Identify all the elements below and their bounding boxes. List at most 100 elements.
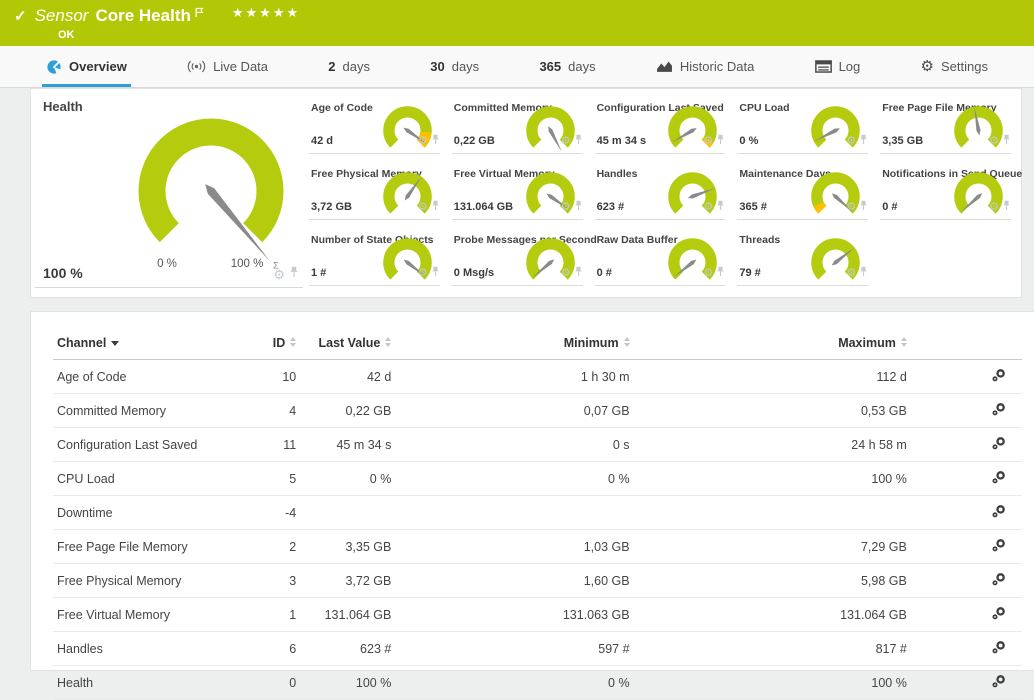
pin-icon[interactable]: [574, 132, 583, 150]
cell-minimum: 1 h 30 m: [395, 360, 633, 394]
pin-icon[interactable]: [574, 264, 583, 282]
channel-settings-icon[interactable]: [992, 371, 1006, 385]
table-row: Free Physical Memory33,72 GB1,60 GB5,98 …: [53, 564, 1022, 598]
cell-minimum: 597 #: [395, 632, 633, 666]
pin-icon[interactable]: [859, 132, 868, 150]
sort-icon: [901, 337, 907, 347]
gear-icon[interactable]: ⚙: [561, 202, 571, 213]
gauge-icon: [46, 59, 62, 75]
table-header-row: Channel ID Last Value Minimum Maximum: [53, 328, 1022, 360]
pin-icon[interactable]: [716, 198, 725, 216]
gear-icon[interactable]: ⚙: [704, 202, 714, 213]
gear-icon[interactable]: ⚙: [704, 136, 714, 147]
channel-settings-icon[interactable]: [992, 541, 1006, 555]
gear-icon[interactable]: ⚙: [846, 202, 856, 213]
pin-icon[interactable]: [716, 264, 725, 282]
pin-icon[interactable]: [431, 198, 440, 216]
gauge-value: 0,22 GB: [454, 135, 495, 147]
gear-icon[interactable]: ⚙: [846, 268, 856, 279]
channel-settings-icon[interactable]: [992, 405, 1006, 419]
gear-icon[interactable]: ⚙: [418, 202, 428, 213]
channel-settings-icon[interactable]: [992, 609, 1006, 623]
cell-last-value: [300, 496, 395, 530]
pin-icon[interactable]: [859, 198, 868, 216]
gauge-cell: Age of Code42 d⚙: [309, 97, 440, 154]
gauge-value: 1 #: [311, 267, 326, 279]
cell-channel: Free Page File Memory: [53, 530, 243, 564]
channel-settings-icon[interactable]: [992, 677, 1006, 691]
tab-label: Settings: [941, 59, 988, 74]
tab-label: days: [343, 59, 370, 74]
cell-channel: Handles: [53, 632, 243, 666]
gear-icon[interactable]: ⚙: [418, 268, 428, 279]
gauge-cell: Probe Messages per Second0 Msg/s⚙: [452, 229, 583, 286]
cell-id: -4: [243, 496, 300, 530]
cell-id: 4: [243, 394, 300, 428]
tab-live-data[interactable]: Live Data: [183, 46, 272, 87]
channel-table-panel: ChannelIDLast ValueMinimumMaximum Age of…: [30, 311, 1034, 671]
column-label: ID: [273, 336, 286, 350]
tab-log[interactable]: Log: [811, 46, 865, 87]
tab-overview[interactable]: Overview: [42, 46, 131, 87]
cell-id: 3: [243, 564, 300, 598]
channel-settings-icon[interactable]: [992, 643, 1006, 657]
pin-icon[interactable]: [716, 132, 725, 150]
gear-icon[interactable]: ⚙: [561, 268, 571, 279]
tab-30-days[interactable]: 30days: [426, 46, 483, 87]
gear-icon[interactable]: ⚙: [273, 268, 285, 281]
gear-icon[interactable]: ⚙: [561, 136, 571, 147]
column-header-actions: [911, 328, 1022, 360]
overview-gauges-panel: Health 0 %100 %Σ 100 % ⚙ Age of Code42 d…: [30, 88, 1022, 298]
tab-label: Overview: [69, 59, 127, 74]
channel-settings-icon[interactable]: [992, 473, 1006, 487]
tab-settings[interactable]: ⚙Settings: [917, 46, 992, 87]
channel-settings-icon[interactable]: [992, 507, 1006, 521]
column-header-last-value[interactable]: Last Value: [300, 328, 395, 360]
tab-historic-data[interactable]: Historic Data: [652, 46, 758, 87]
pin-icon[interactable]: [431, 264, 440, 282]
cell-maximum: 131.064 GB: [634, 598, 911, 632]
priority-stars[interactable]: ★★★★★: [232, 5, 300, 21]
column-header-channel[interactable]: Channel: [53, 328, 243, 360]
channel-settings-icon[interactable]: [992, 575, 1006, 589]
cell-channel: Free Virtual Memory: [53, 598, 243, 632]
gear-icon[interactable]: ⚙: [418, 136, 428, 147]
cell-last-value: 131.064 GB: [300, 598, 395, 632]
chart-icon: [656, 60, 673, 73]
sort-icon: [290, 337, 296, 347]
gear-icon[interactable]: ⚙: [989, 202, 999, 213]
gear-icon[interactable]: ⚙: [846, 136, 856, 147]
column-header-id[interactable]: ID: [243, 328, 300, 360]
tab-365-days[interactable]: 365days: [535, 46, 599, 87]
flag-icon[interactable]: [195, 5, 204, 23]
pin-icon[interactable]: [431, 132, 440, 150]
column-header-minimum[interactable]: Minimum: [395, 328, 633, 360]
gauge-title: Handles: [597, 168, 638, 180]
gauge-title: Threads: [739, 234, 780, 246]
cell-minimum: 0 %: [395, 462, 633, 496]
cell-id: 6: [243, 632, 300, 666]
tab-2-days[interactable]: 2days: [324, 46, 374, 87]
tab-number: 30: [430, 59, 444, 74]
gear-icon[interactable]: ⚙: [704, 268, 714, 279]
pin-icon[interactable]: [289, 265, 299, 283]
tab-label: Live Data: [213, 59, 268, 74]
pin-icon[interactable]: [574, 198, 583, 216]
pin-icon[interactable]: [859, 264, 868, 282]
column-header-maximum[interactable]: Maximum: [634, 328, 911, 360]
cell-minimum: 0 s: [395, 428, 633, 462]
sort-icon: [624, 337, 630, 347]
column-label: Minimum: [564, 336, 619, 350]
gear-icon[interactable]: ⚙: [989, 136, 999, 147]
gauge-value: 100 %: [43, 265, 83, 281]
channel-settings-icon[interactable]: [992, 439, 1006, 453]
pin-icon[interactable]: [1002, 132, 1011, 150]
gauge-value: 42 d: [311, 135, 333, 147]
pin-icon[interactable]: [1002, 198, 1011, 216]
channel-table: ChannelIDLast ValueMinimumMaximum Age of…: [53, 328, 1022, 700]
cell-last-value: 623 #: [300, 632, 395, 666]
gauge-cell: Committed Memory0,22 GB⚙: [452, 97, 583, 154]
broadcast-icon: [187, 60, 206, 73]
cell-maximum: 817 #: [634, 632, 911, 666]
cell-maximum: 0,53 GB: [634, 394, 911, 428]
